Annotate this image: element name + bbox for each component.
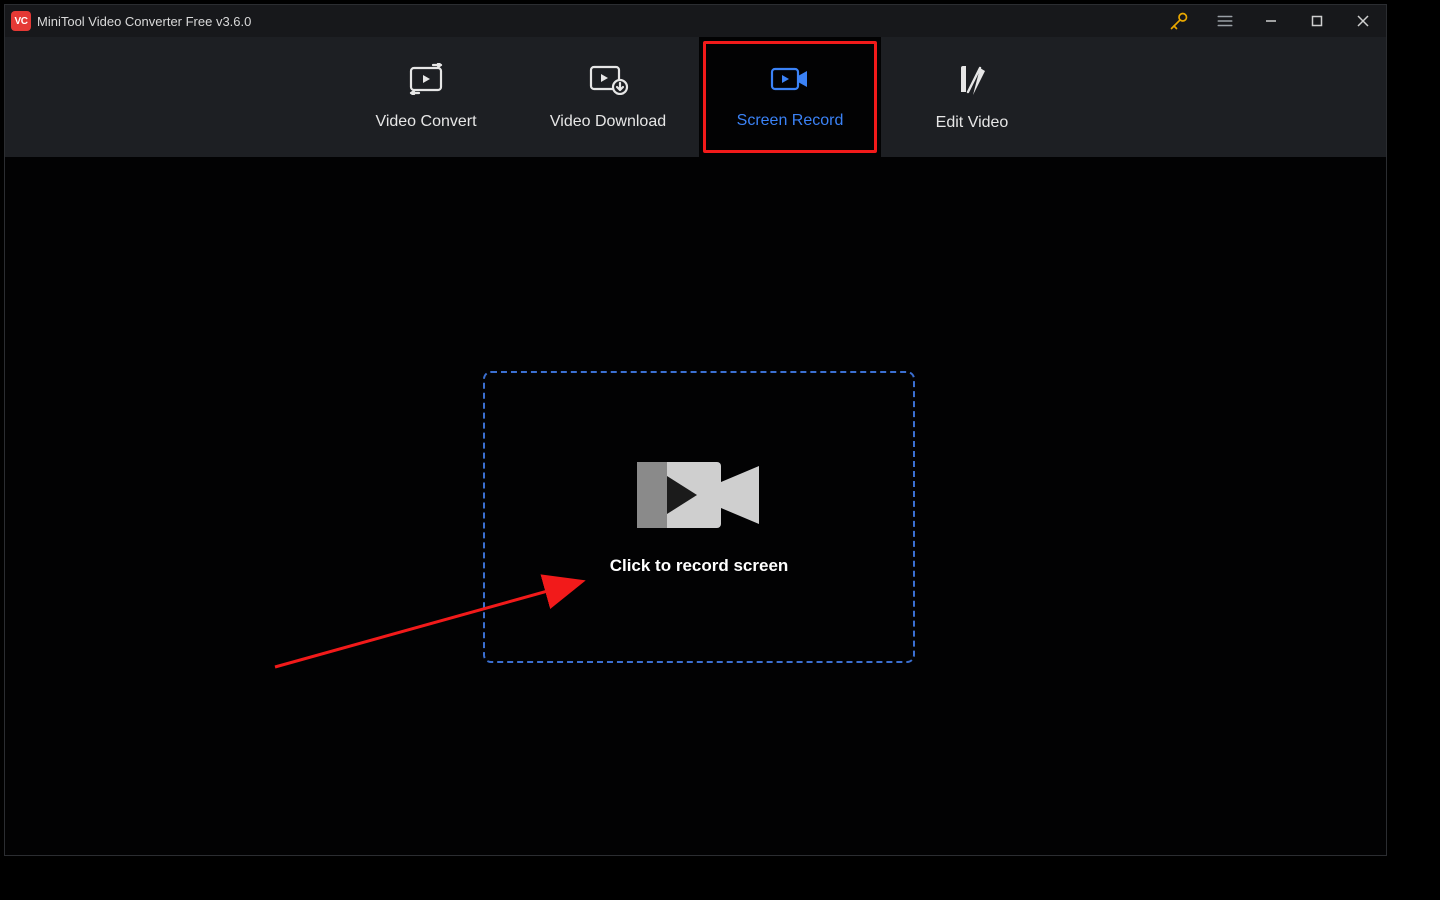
- app-logo-icon: VC: [11, 11, 31, 31]
- tab-video-download[interactable]: Video Download: [517, 37, 699, 157]
- video-download-icon: [587, 63, 629, 95]
- maximize-icon: [1311, 15, 1323, 27]
- title-bar: VC MiniTool Video Converter Free v3.6.0: [5, 5, 1386, 37]
- tab-screen-record[interactable]: Screen Record: [699, 37, 881, 157]
- close-button[interactable]: [1340, 5, 1386, 37]
- video-convert-icon: [406, 63, 446, 95]
- tab-label: Video Convert: [375, 113, 476, 131]
- record-screen-button[interactable]: Click to record screen: [483, 371, 915, 663]
- tab-video-convert[interactable]: Video Convert: [335, 37, 517, 157]
- tab-label: Video Download: [550, 113, 666, 131]
- menu-button[interactable]: [1202, 5, 1248, 37]
- tab-label: Screen Record: [737, 112, 844, 130]
- title-bar-left: VC MiniTool Video Converter Free v3.6.0: [11, 11, 251, 31]
- edit-video-icon: [955, 62, 989, 96]
- tab-edit-video[interactable]: Edit Video: [881, 37, 1063, 157]
- record-prompt-text: Click to record screen: [610, 556, 789, 576]
- tab-label: Edit Video: [936, 114, 1009, 132]
- key-icon: [1169, 11, 1189, 31]
- screen-record-icon: [769, 64, 811, 94]
- app-window: VC MiniTool Video Converter Free v3.6.0: [4, 4, 1387, 856]
- upgrade-key-button[interactable]: [1156, 5, 1202, 37]
- content-area: Click to record screen: [5, 157, 1386, 855]
- hamburger-icon: [1216, 12, 1234, 30]
- maximize-button[interactable]: [1294, 5, 1340, 37]
- minimize-button[interactable]: [1248, 5, 1294, 37]
- close-icon: [1357, 15, 1369, 27]
- minimize-icon: [1265, 15, 1277, 27]
- title-bar-right: [1156, 5, 1386, 37]
- camcorder-icon: [637, 458, 761, 532]
- tab-bar: Video Convert Video Download Screen Reco…: [5, 37, 1386, 157]
- app-title: MiniTool Video Converter Free v3.6.0: [37, 14, 251, 29]
- annotation-highlight-box: [703, 41, 877, 153]
